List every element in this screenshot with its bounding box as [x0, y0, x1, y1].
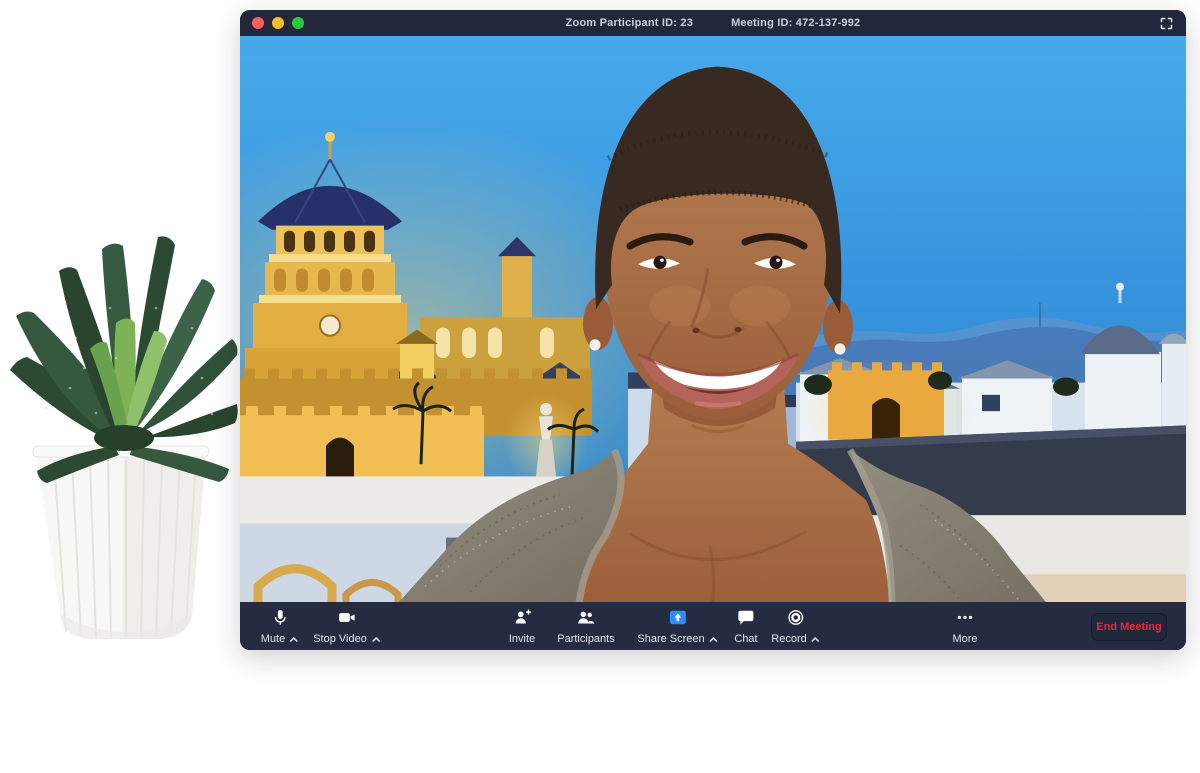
end-meeting-button[interactable]: End Meeting [1091, 613, 1167, 641]
chat-bubble-icon [737, 608, 756, 627]
zoom-app-window: Zoom Participant ID: 23 Meeting ID: 472-… [240, 10, 1186, 650]
participants-label: Participants [557, 633, 614, 645]
window-titlebar: Zoom Participant ID: 23 Meeting ID: 472-… [240, 10, 1186, 36]
close-button[interactable] [252, 17, 264, 29]
fullscreen-icon[interactable] [1159, 16, 1174, 31]
participant-id-label: Zoom Participant ID: 23 [566, 17, 693, 29]
minimize-button[interactable] [272, 17, 284, 29]
share-screen-up-arrow-icon [667, 608, 688, 627]
ellipsis-icon [956, 608, 975, 627]
moon-icon[interactable] [1132, 16, 1147, 31]
potted-plant [6, 218, 242, 650]
participants-button[interactable]: Participants [557, 602, 614, 650]
participant-video [240, 36, 1186, 612]
person-add-icon [512, 608, 531, 627]
video-feed [240, 36, 1186, 612]
more-label: More [952, 633, 977, 645]
stop-video-button[interactable]: Stop Video [313, 602, 381, 650]
record-button[interactable]: Record [771, 602, 820, 650]
titlebar-text: Zoom Participant ID: 23 Meeting ID: 472-… [240, 10, 1186, 36]
microphone-icon [271, 608, 290, 627]
mute-label: Mute [261, 633, 285, 645]
mute-button[interactable]: Mute [261, 602, 299, 650]
record-label: Record [771, 633, 806, 645]
stop-video-label: Stop Video [313, 633, 367, 645]
chevron-up-icon[interactable] [709, 636, 719, 643]
record-circle-icon [787, 608, 806, 627]
meeting-toolbar: Mute Stop Video Invite [240, 602, 1186, 650]
meeting-id-label: Meeting ID: 472-137-992 [731, 17, 860, 29]
zoom-button[interactable] [292, 17, 304, 29]
more-button[interactable]: More [952, 602, 977, 650]
chat-label: Chat [734, 633, 757, 645]
chevron-up-icon[interactable] [289, 636, 299, 643]
traffic-lights [252, 17, 304, 29]
end-meeting-label: End Meeting [1096, 621, 1161, 633]
share-screen-label: Share Screen [637, 633, 704, 645]
chevron-up-icon[interactable] [811, 636, 821, 643]
invite-button[interactable]: Invite [509, 602, 535, 650]
share-screen-button[interactable]: Share Screen [637, 602, 718, 650]
chat-button[interactable]: Chat [734, 602, 757, 650]
invite-label: Invite [509, 633, 535, 645]
chevron-up-icon[interactable] [371, 636, 381, 643]
people-icon [575, 608, 596, 627]
video-camera-icon [337, 608, 358, 627]
